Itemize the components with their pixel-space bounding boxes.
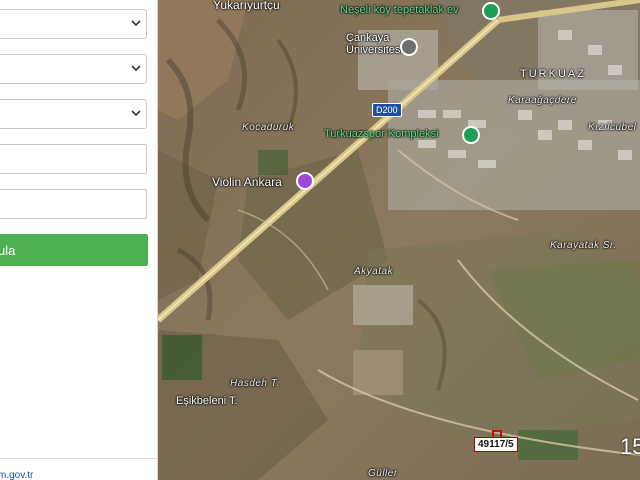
map-label-cankaya-1: Çankaya (346, 32, 390, 44)
zoom-level-readout: 15 (620, 434, 640, 459)
footer-divider (0, 458, 157, 459)
neighborhood-select[interactable] (0, 99, 147, 129)
map-label-esikbeleni: Eşikbeleni T. (176, 395, 238, 407)
chevron-down-icon (131, 110, 141, 117)
query-button[interactable]: ula (0, 234, 148, 266)
map-label-turkuazspor: Turkuazspor Kompleksi (324, 128, 439, 140)
road-shield-d200: D200 (372, 103, 402, 117)
map-label-guller: Güller (368, 468, 398, 479)
query-panel: ula m.gov.tr (0, 0, 158, 480)
district-select[interactable] (0, 54, 147, 84)
map-label-yukariyurtcu: Yukarıyurtçu (213, 0, 280, 12)
poi-pin-cankaya-university[interactable] (400, 38, 418, 56)
map-label-neseli-koy: Neşeli köy tepetaklak ev (340, 4, 459, 16)
satellite-map[interactable]: Yukarıyurtçu Neşeli köy tepetaklak ev Ça… (158, 0, 640, 480)
map-label-cankaya-2: Üniversitesi (346, 44, 403, 56)
chevron-down-icon (131, 65, 141, 72)
app-root: ula m.gov.tr (0, 0, 640, 480)
parcel-number-input[interactable] (0, 189, 147, 219)
map-label-kizilcubel: Kızılcubel (588, 122, 637, 133)
map-label-karayatak: Karayatak Sr. (550, 240, 617, 251)
poi-pin-violin-ankara[interactable] (296, 172, 314, 190)
map-label-hasdeh: Hasdeh T. (230, 378, 280, 389)
block-number-input[interactable] (0, 144, 147, 174)
map-label-kocaduruk: Kocaduruk (242, 122, 295, 133)
chevron-down-icon (131, 20, 141, 27)
map-label-akyatak: Akyatak (354, 266, 394, 277)
province-select[interactable] (0, 9, 147, 39)
footer-link[interactable]: m.gov.tr (0, 470, 33, 480)
map-label-violin-ankara: Violin Ankara (212, 175, 282, 189)
parcel-number-label: 49117/5 (474, 437, 518, 452)
poi-pin-neseli-koy[interactable] (482, 2, 500, 20)
poi-pin-turkuazspor[interactable] (462, 126, 480, 144)
map-label-karaagacdere: Karaağaçdere (508, 95, 577, 106)
map-label-turkuaz: TURKUAZ (520, 68, 586, 80)
